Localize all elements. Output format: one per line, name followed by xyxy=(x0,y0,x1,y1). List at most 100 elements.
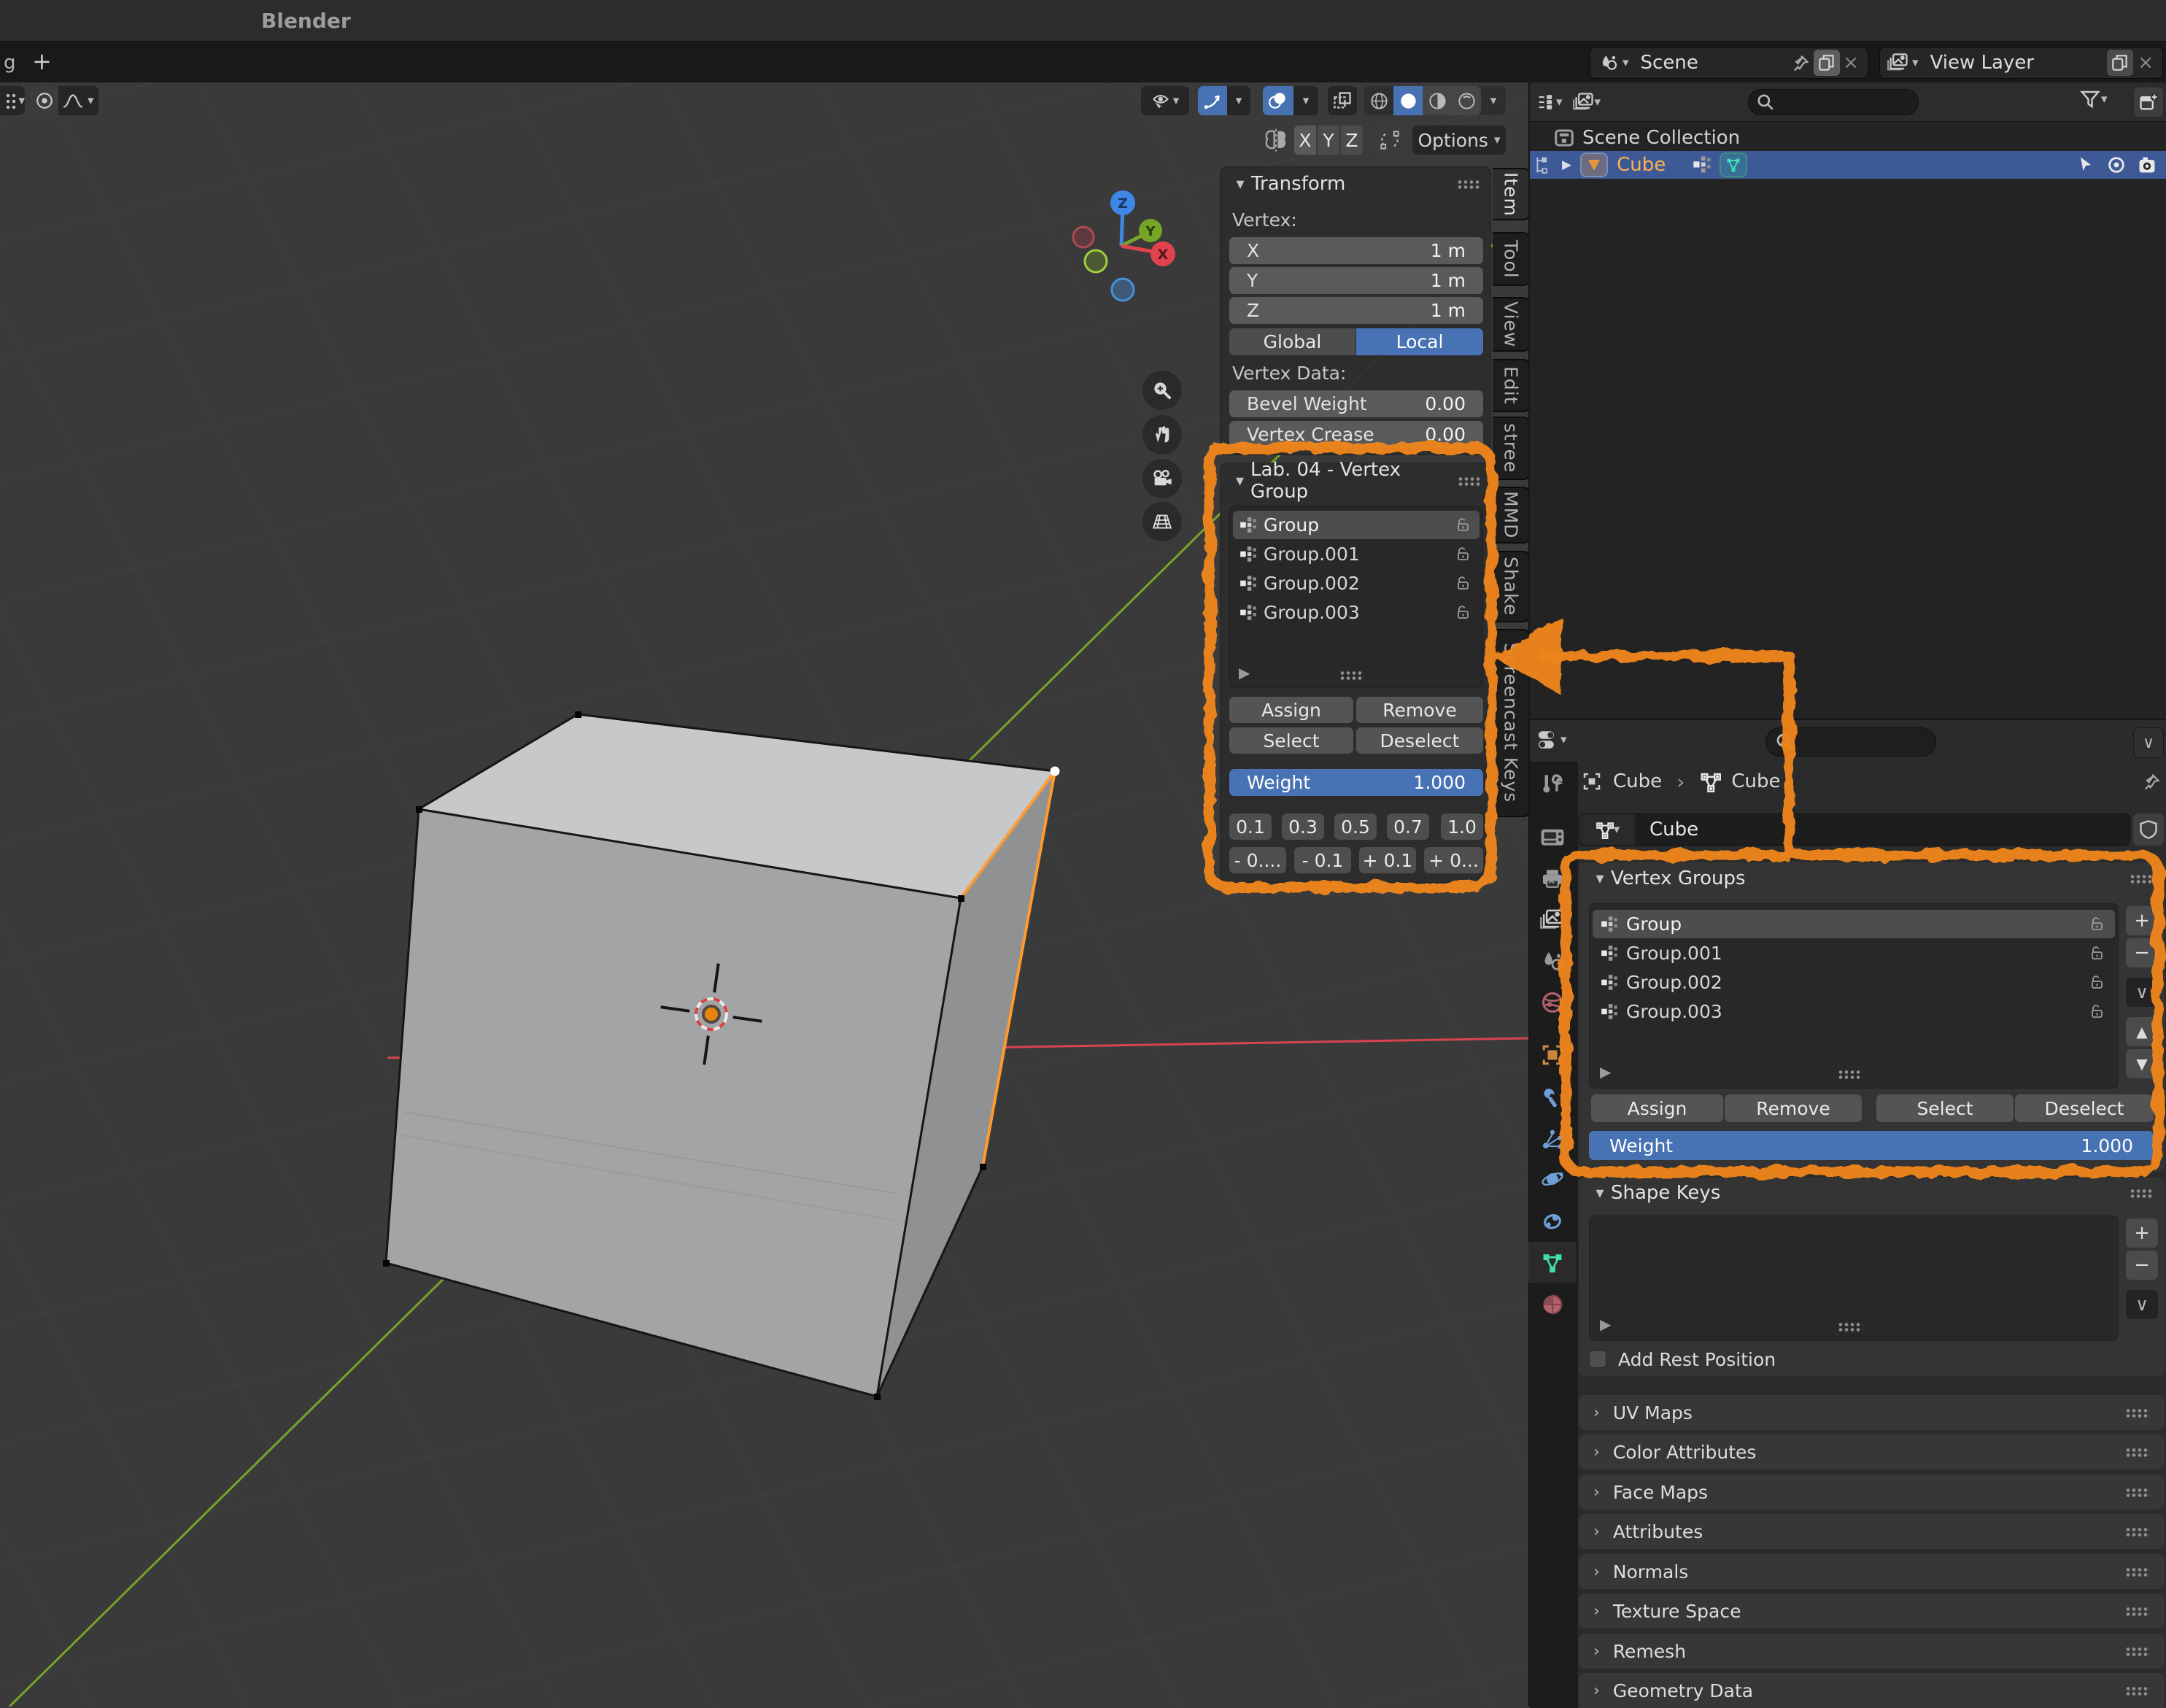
outliner-editor-type-dropdown[interactable]: ▾ xyxy=(1536,92,1563,112)
outliner-search-input[interactable] xyxy=(1748,89,1919,115)
panel-grip-icon[interactable] xyxy=(2125,1448,2150,1457)
visibility-dropdown[interactable]: ▾ xyxy=(1141,86,1189,115)
shape-keys-header[interactable]: ▾ Shape Keys xyxy=(1579,1178,2165,1208)
scene-selector[interactable]: ▾ Scene × xyxy=(1590,47,1868,79)
deselect-button[interactable]: Deselect xyxy=(1356,727,1483,754)
properties-search-input[interactable] xyxy=(1765,727,1936,757)
lock-open-icon[interactable] xyxy=(1455,575,1472,592)
snap-target-button[interactable] xyxy=(1374,125,1405,155)
npanel-tab-view[interactable]: View xyxy=(1493,297,1531,352)
lock-open-icon[interactable] xyxy=(2089,945,2106,962)
breadcrumb-object-name[interactable]: Cube xyxy=(1613,770,1662,792)
mesh-id-dropdown[interactable]: ▾ xyxy=(1579,814,1635,845)
remove-shape-key-button[interactable]: − xyxy=(2126,1251,2158,1280)
tab-scene-properties[interactable] xyxy=(1528,943,1577,981)
shading-rendered-button[interactable] xyxy=(1452,86,1481,115)
npanel-tab-shake[interactable]: Shake xyxy=(1493,551,1531,622)
outliner-row-scene-collection[interactable]: Scene Collection xyxy=(1530,125,2166,151)
view-layer-copy-button[interactable] xyxy=(2107,50,2133,76)
mesh-name-value[interactable]: Cube xyxy=(1649,819,1698,841)
space-global-button[interactable]: Global xyxy=(1229,328,1355,355)
panel-remesh[interactable]: ›Remesh xyxy=(1579,1634,2165,1669)
show-gizmo-toggle[interactable] xyxy=(1198,86,1227,115)
list-resize-grip[interactable] xyxy=(1838,1322,1863,1332)
vertex-z-field[interactable]: Z1 m xyxy=(1229,297,1483,324)
lock-open-icon[interactable] xyxy=(1455,517,1472,534)
new-collection-button[interactable] xyxy=(2134,88,2163,117)
remove-button[interactable]: Remove xyxy=(1356,697,1483,723)
remove-button[interactable]: Remove xyxy=(1725,1094,1862,1122)
select-button[interactable]: Select xyxy=(1229,727,1353,754)
quick-weight-button[interactable]: 0.5 xyxy=(1334,814,1377,840)
npanel-tab-item[interactable]: Item xyxy=(1493,168,1531,220)
panel-grip-icon[interactable] xyxy=(2125,1527,2150,1537)
shading-material-button[interactable] xyxy=(1423,86,1452,115)
panel-normals[interactable]: ›Normals xyxy=(1579,1554,2165,1589)
vertex-group-data-icon[interactable] xyxy=(1720,152,1747,177)
properties-options-button[interactable]: ∨ xyxy=(2133,727,2164,758)
disable-render-camera-icon[interactable] xyxy=(2137,155,2157,175)
remove-vertex-group-button[interactable]: − xyxy=(2126,938,2158,967)
pan-hand-button[interactable] xyxy=(1142,415,1182,455)
panel-grip-icon[interactable] xyxy=(2125,1567,2150,1577)
camera-view-button[interactable] xyxy=(1142,459,1182,498)
panel-color-attributes[interactable]: ›Color Attributes xyxy=(1579,1434,2165,1469)
quick-weight-button[interactable]: 1.0 xyxy=(1441,814,1483,840)
quick-weight-button[interactable]: 0.1 xyxy=(1229,814,1272,840)
shape-key-specials-menu[interactable]: ∨ xyxy=(2126,1290,2158,1319)
deselect-button[interactable]: Deselect xyxy=(2015,1094,2154,1122)
outliner-row-cube[interactable]: ▶ Cube xyxy=(1530,151,2166,179)
weight-step-button[interactable]: - 0.1 xyxy=(1294,847,1351,873)
weight-step-button[interactable]: - 0.... xyxy=(1229,847,1286,873)
group-list-item[interactable]: Group xyxy=(1593,910,2115,938)
hide-viewport-icon[interactable] xyxy=(2106,155,2127,175)
symmetry-y-toggle[interactable]: Y xyxy=(1318,125,1339,155)
weight-slider[interactable]: Weight1.000 xyxy=(1589,1131,2154,1160)
panel-grip-icon[interactable] xyxy=(2125,1647,2150,1656)
gizmo-chevron-icon[interactable]: ▾ xyxy=(1227,93,1250,108)
npanel-tab-mmd[interactable]: MMD xyxy=(1493,487,1531,544)
fake-user-shield-button[interactable] xyxy=(2133,814,2164,846)
add-rest-position-row[interactable]: Add Rest Position xyxy=(1589,1348,1776,1370)
shading-chevron-icon[interactable]: ▾ xyxy=(1481,93,1506,108)
pin-id-icon[interactable] xyxy=(2141,771,2162,792)
vertex-group-specials-menu[interactable]: ∨ xyxy=(2126,978,2158,1007)
panel-grip-icon[interactable] xyxy=(2125,1607,2150,1616)
overlays-chevron-icon[interactable]: ▾ xyxy=(1293,93,1318,108)
xray-toggle[interactable] xyxy=(1328,86,1357,115)
npanel-tab-stree[interactable]: stree xyxy=(1493,417,1531,480)
select-button[interactable]: Select xyxy=(1876,1094,2014,1122)
lock-open-icon[interactable] xyxy=(2089,974,2106,992)
add-vertex-group-button[interactable]: + xyxy=(2126,906,2158,935)
add-shape-key-button[interactable]: + xyxy=(2126,1218,2158,1248)
falloff-chevron-icon[interactable]: ▾ xyxy=(88,93,94,108)
outliner-filter-dropdown[interactable]: ▾ xyxy=(2079,88,2108,110)
panel-grip-icon[interactable] xyxy=(1458,476,1482,486)
vertex-y-field[interactable]: Y1 m xyxy=(1229,267,1483,294)
vertex-x-field[interactable]: X1 m xyxy=(1229,237,1483,264)
scene-pin-icon[interactable] xyxy=(1790,53,1811,73)
shading-wireframe-button[interactable] xyxy=(1364,86,1393,115)
lock-open-icon[interactable] xyxy=(2089,916,2106,933)
panel-grip-icon[interactable] xyxy=(2125,1408,2150,1418)
navigation-gizmo[interactable]: Z Y X xyxy=(1061,174,1215,320)
list-resize-grip[interactable] xyxy=(1339,671,1364,680)
group-list-item[interactable]: Group.001 xyxy=(1593,939,2115,967)
tab-tool-properties[interactable] xyxy=(1528,765,1577,803)
group-list-item[interactable]: Group xyxy=(1233,511,1480,539)
tab-constraint-properties[interactable] xyxy=(1528,1202,1577,1240)
panel-uv-maps[interactable]: ›UV Maps xyxy=(1579,1395,2165,1430)
panel-grip-icon[interactable] xyxy=(2130,1189,2154,1198)
group-list-item[interactable]: Group.002 xyxy=(1593,968,2115,997)
panel-geometry-data[interactable]: ›Geometry Data xyxy=(1579,1673,2165,1708)
group-list-item[interactable]: Group.001 xyxy=(1233,540,1480,568)
breadcrumb-data-name[interactable]: Cube xyxy=(1731,770,1780,792)
panel-face-maps[interactable]: ›Face Maps xyxy=(1579,1475,2165,1510)
view-layer-selector[interactable]: ▾ View Layer × xyxy=(1879,47,2163,79)
tab-particle-properties[interactable] xyxy=(1528,1120,1577,1158)
list-expand-arrow[interactable]: ▶ xyxy=(1600,1315,1611,1333)
proportional-editing-widget[interactable]: ▾ xyxy=(31,86,98,115)
tab-modifier-properties[interactable] xyxy=(1528,1079,1577,1117)
panel-grip-icon[interactable] xyxy=(2125,1488,2150,1497)
panel-texture-space[interactable]: ›Texture Space xyxy=(1579,1593,2165,1628)
